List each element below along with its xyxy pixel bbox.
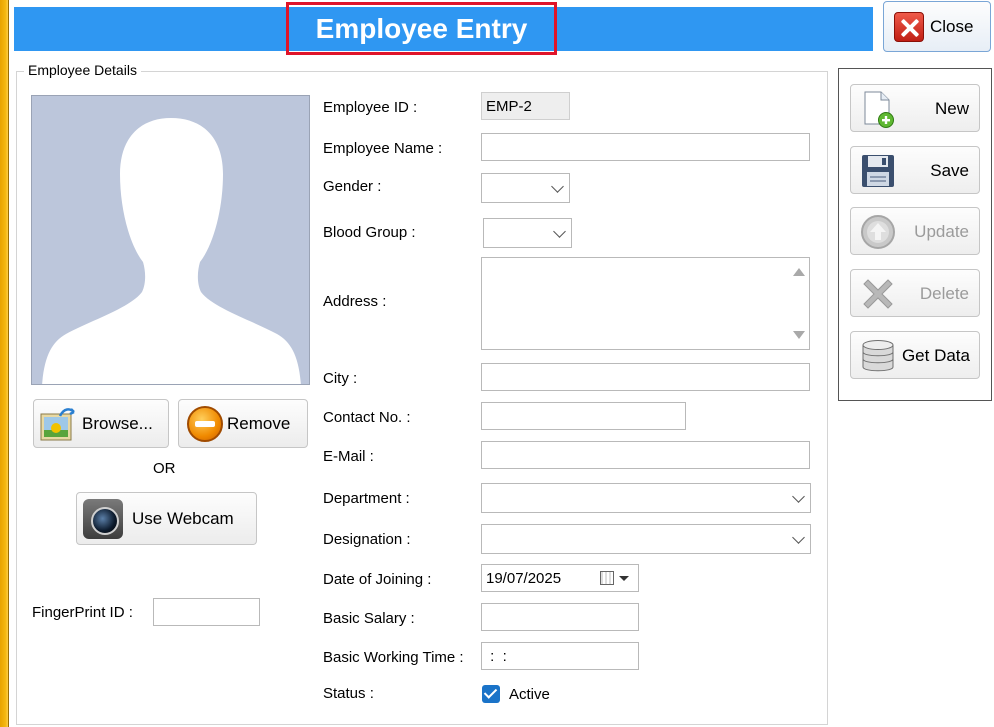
floppy-disk-icon xyxy=(859,152,897,190)
chevron-down-icon xyxy=(553,225,566,238)
blood-group-label: Blood Group : xyxy=(323,224,416,241)
email-label: E-Mail : xyxy=(323,448,374,465)
use-webcam-button[interactable]: Use Webcam xyxy=(76,492,257,545)
fingerprint-id-label: FingerPrint ID : xyxy=(32,604,133,621)
employee-id-field: EMP-2 xyxy=(481,92,570,120)
address-label: Address : xyxy=(323,293,387,310)
new-document-icon xyxy=(859,90,897,128)
person-silhouette-icon xyxy=(32,96,309,384)
blood-group-select[interactable] xyxy=(483,218,572,248)
chevron-down-icon xyxy=(551,180,564,193)
picture-icon xyxy=(38,406,78,442)
date-of-joining-picker[interactable]: 19/07/2025 xyxy=(481,564,639,592)
save-button[interactable]: Save xyxy=(850,146,980,194)
date-of-joining-value: 19/07/2025 xyxy=(486,569,562,587)
fingerprint-id-input[interactable] xyxy=(153,598,260,626)
remove-button[interactable]: Remove xyxy=(178,399,308,448)
close-button[interactable]: Close xyxy=(883,1,991,52)
remove-button-label: Remove xyxy=(227,413,291,433)
use-webcam-button-label: Use Webcam xyxy=(132,508,234,528)
status-label: Status : xyxy=(323,685,374,702)
delete-button-label: Delete xyxy=(919,284,969,303)
window-edge-stripe xyxy=(0,0,9,727)
database-icon xyxy=(859,337,897,375)
x-icon xyxy=(859,275,897,313)
email-input[interactable] xyxy=(481,441,810,469)
designation-label: Designation : xyxy=(323,531,411,548)
update-button-label: Update xyxy=(914,222,969,241)
page-title: Employee Entry xyxy=(286,2,557,55)
close-icon xyxy=(894,11,924,42)
delete-button[interactable]: Delete xyxy=(850,269,980,317)
city-label: City : xyxy=(323,370,358,387)
date-of-joining-label: Date of Joining : xyxy=(323,571,432,588)
scroll-down-icon[interactable] xyxy=(793,331,805,339)
address-textarea[interactable] xyxy=(481,257,810,350)
chevron-down-icon xyxy=(792,531,805,544)
contact-no-label: Contact No. : xyxy=(323,409,411,426)
minus-circle-icon xyxy=(187,405,223,442)
dropdown-arrow-icon[interactable] xyxy=(619,576,629,581)
gender-label: Gender : xyxy=(323,178,382,195)
designation-select[interactable] xyxy=(481,524,811,554)
close-button-label: Close xyxy=(930,16,974,36)
or-separator: OR xyxy=(153,460,176,477)
get-data-button[interactable]: Get Data xyxy=(850,331,980,379)
update-button[interactable]: Update xyxy=(850,207,980,255)
browse-button-label: Browse... xyxy=(82,413,153,433)
gender-select[interactable] xyxy=(481,173,570,203)
up-arrow-circle-icon xyxy=(859,213,897,251)
city-input[interactable] xyxy=(481,363,810,391)
save-button-label: Save xyxy=(930,161,969,180)
employee-name-label: Employee Name : xyxy=(323,140,443,157)
webcam-icon xyxy=(83,498,123,539)
new-button[interactable]: New xyxy=(850,84,980,132)
employee-id-label: Employee ID : xyxy=(323,99,418,116)
basic-salary-label: Basic Salary : xyxy=(323,610,415,627)
scroll-up-icon[interactable] xyxy=(793,268,805,276)
employee-name-input[interactable] xyxy=(481,133,810,161)
active-checkbox-label[interactable]: Active xyxy=(509,686,550,703)
browse-button[interactable]: Browse... xyxy=(33,399,169,448)
basic-working-time-label: Basic Working Time : xyxy=(323,649,464,666)
get-data-button-label: Get Data xyxy=(901,346,970,365)
basic-working-time-input[interactable]: : : xyxy=(481,642,639,670)
chevron-down-icon xyxy=(792,490,805,503)
employee-photo xyxy=(31,95,310,385)
department-label: Department : xyxy=(323,490,410,507)
active-checkbox[interactable] xyxy=(482,685,500,703)
basic-salary-input[interactable] xyxy=(481,603,639,631)
address-scrollbar[interactable] xyxy=(789,258,809,349)
calendar-icon[interactable] xyxy=(600,571,614,585)
department-select[interactable] xyxy=(481,483,811,513)
employee-details-group-title: Employee Details xyxy=(24,62,141,78)
new-button-label: New xyxy=(934,99,969,118)
contact-no-input[interactable] xyxy=(481,402,686,430)
